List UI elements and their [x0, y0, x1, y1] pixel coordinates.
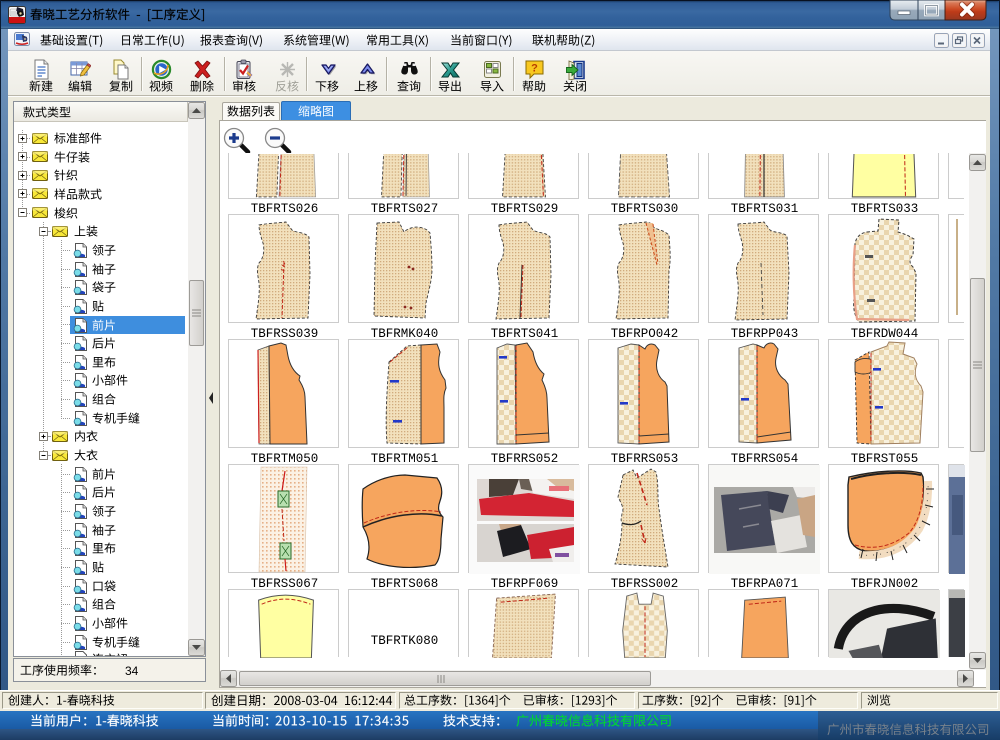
- svg-text:?: ?: [531, 63, 538, 75]
